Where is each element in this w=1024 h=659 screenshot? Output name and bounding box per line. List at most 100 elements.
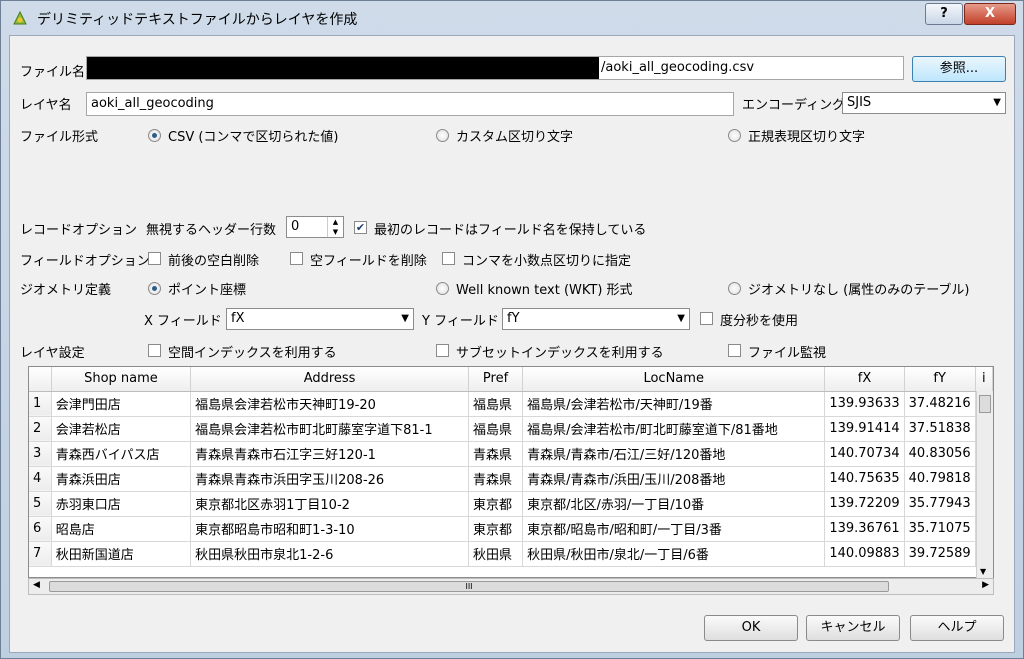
trim-checkbox[interactable] (148, 252, 161, 265)
dialog-window: デリミティッドテキストファイルからレイヤを作成 ? X ファイル名 /aoki_… (0, 0, 1024, 659)
column-header-fy[interactable]: fY (904, 367, 976, 392)
dms-checkbox[interactable] (700, 312, 713, 325)
table-cell[interactable]: 35.71075 (904, 516, 976, 542)
table-cell[interactable]: 秋田県秋田市泉北1-2-6 (190, 541, 470, 567)
table-cell[interactable]: 140.70734 (824, 441, 905, 467)
table-cell[interactable]: 37.48216 (904, 391, 976, 417)
table-cell[interactable]: 140.09883 (824, 541, 905, 567)
table-cell[interactable]: 東京都 (468, 516, 524, 542)
file-name-field[interactable]: /aoki_all_geocoding.csv (86, 56, 904, 80)
table-cell[interactable]: 青森西バイパス店 (51, 441, 192, 467)
scroll-left-icon[interactable]: ◀ (33, 580, 40, 590)
preview-table[interactable]: Shop name Address Pref LocName fX fY i 1… (28, 366, 994, 578)
table-cell[interactable]: 39.72589 (904, 541, 976, 567)
scroll-right-icon[interactable]: ▶ (982, 580, 989, 590)
table-cell[interactable]: 青森県 (468, 466, 524, 492)
table-cell[interactable]: 会津門田店 (51, 391, 192, 417)
table-cell[interactable]: 青森県青森市浜田字玉川208-26 (190, 466, 470, 492)
column-header-locname[interactable]: LocName (522, 367, 826, 392)
table-cell[interactable]: 139.72209 (824, 491, 905, 517)
table-cell[interactable]: 福島県/会津若松市/町北町藤室道下/81番地 (522, 416, 826, 442)
horizontal-scrollbar[interactable]: ◀ III ▶ (28, 578, 994, 595)
table-cell[interactable]: 秋田県 (468, 541, 524, 567)
watch-file-checkbox[interactable] (728, 344, 741, 357)
table-cell[interactable]: 東京都北区赤羽1丁目10-2 (190, 491, 470, 517)
geometry-none-radio[interactable] (728, 282, 741, 295)
table-cell[interactable]: 福島県 (468, 391, 524, 417)
table-row[interactable]: 3 青森西バイパス店 青森県青森市石江字三好120-1 青森県 青森県/青森市/… (29, 441, 993, 467)
skip-lines-label: 無視するヘッダー行数 (146, 223, 277, 238)
table-cell[interactable]: 青森浜田店 (51, 466, 192, 492)
table-cell[interactable]: 青森県/青森市/浜田/玉川/208番地 (522, 466, 826, 492)
table-row[interactable]: 6 昭島店 東京都昭島市昭和町1-3-10 東京都 東京都/昭島市/昭和町/一丁… (29, 516, 993, 542)
layer-name-input[interactable]: aoki_all_geocoding (86, 92, 734, 116)
table-cell[interactable]: 東京都/北区/赤羽/一丁目/10番 (522, 491, 826, 517)
table-cell[interactable]: 福島県会津若松市天神町19-20 (190, 391, 470, 417)
browse-button[interactable]: 参照... (912, 56, 1006, 82)
table-row[interactable]: 7 秋田新国道店 秋田県秋田市泉北1-2-6 秋田県 秋田県/秋田市/泉北/一丁… (29, 541, 993, 567)
table-cell[interactable]: 赤羽東口店 (51, 491, 192, 517)
help-button[interactable]: ヘルプ (910, 615, 1004, 641)
header-checkbox[interactable]: ✔ (354, 221, 367, 234)
table-row[interactable]: 4 青森浜田店 青森県青森市浜田字玉川208-26 青森県 青森県/青森市/浜田… (29, 466, 993, 492)
table-cell[interactable]: 139.93633 (824, 391, 905, 417)
table-cell[interactable]: 昭島店 (51, 516, 192, 542)
column-header-shop-name[interactable]: Shop name (51, 367, 192, 392)
qgis-logo-icon (13, 10, 27, 25)
format-regex-radio[interactable] (728, 129, 741, 142)
table-cell[interactable]: 福島県会津若松市町北町藤室字道下81-1 (190, 416, 470, 442)
decimal-comma-checkbox[interactable] (442, 252, 455, 265)
close-button[interactable]: X (964, 3, 1016, 25)
table-cell[interactable]: 139.36761 (824, 516, 905, 542)
spatial-index-checkbox[interactable] (148, 344, 161, 357)
table-row[interactable]: 5 赤羽東口店 東京都北区赤羽1丁目10-2 東京都 東京都/北区/赤羽/一丁目… (29, 491, 993, 517)
scroll-thumb-horizontal[interactable]: III (49, 581, 889, 592)
table-cell[interactable]: 秋田新国道店 (51, 541, 192, 567)
table-cell[interactable]: 青森県青森市石江字三好120-1 (190, 441, 470, 467)
table-cell[interactable]: 140.75635 (824, 466, 905, 492)
format-csv-radio[interactable] (148, 129, 161, 142)
geometry-wkt-radio[interactable] (436, 282, 449, 295)
column-header-fx[interactable]: fX (824, 367, 905, 392)
x-field-select[interactable]: fX ▼ (226, 308, 414, 330)
column-header-i[interactable]: i (975, 367, 993, 392)
table-cell[interactable]: 40.79818 (904, 466, 976, 492)
spinner-arrows-icon[interactable]: ▲ ▼ (327, 217, 343, 237)
table-cell[interactable]: 東京都 (468, 491, 524, 517)
geometry-point-radio[interactable] (148, 282, 161, 295)
discard-empty-checkbox[interactable] (290, 252, 303, 265)
column-header-pref[interactable]: Pref (468, 367, 524, 392)
table-cell[interactable]: 福島県 (468, 416, 524, 442)
help-title-button[interactable]: ? (925, 3, 963, 25)
table-cell[interactable]: 東京都/昭島市/昭和町/一丁目/3番 (522, 516, 826, 542)
scroll-down-icon[interactable]: ▼ (980, 567, 986, 576)
geometry-point-label: ポイント座標 (168, 283, 247, 298)
table-cell[interactable]: 青森県/青森市/石江/三好/120番地 (522, 441, 826, 467)
encoding-select[interactable]: SJIS ▼ (842, 92, 1006, 114)
table-cell[interactable]: 139.91414 (824, 416, 905, 442)
table-cell[interactable]: 会津若松店 (51, 416, 192, 442)
table-row[interactable]: 2 会津若松店 福島県会津若松市町北町藤室字道下81-1 福島県 福島県/会津若… (29, 416, 993, 442)
column-header-address[interactable]: Address (190, 367, 470, 392)
skip-lines-spinner[interactable]: 0 ▲ ▼ (286, 216, 344, 238)
table-cell[interactable]: 40.83056 (904, 441, 976, 467)
table-cell[interactable]: 37.51838 (904, 416, 976, 442)
table-cell[interactable]: 青森県 (468, 441, 524, 467)
format-custom-radio[interactable] (436, 129, 449, 142)
table-row[interactable]: 1 会津門田店 福島県会津若松市天神町19-20 福島県 福島県/会津若松市/天… (29, 391, 993, 417)
chevron-down-icon: ▼ (993, 97, 1001, 108)
vertical-scrollbar[interactable]: ▼ (976, 391, 993, 578)
table-cell[interactable]: 福島県/会津若松市/天神町/19番 (522, 391, 826, 417)
file-name-label: ファイル名 (20, 65, 86, 80)
scroll-thumb[interactable] (979, 395, 991, 413)
row-number-header (29, 367, 52, 392)
y-field-select[interactable]: fY ▼ (502, 308, 690, 330)
table-cell[interactable]: 秋田県/秋田市/泉北/一丁目/6番 (522, 541, 826, 567)
cancel-button[interactable]: キャンセル (806, 615, 900, 641)
subset-index-checkbox[interactable] (436, 344, 449, 357)
row-number: 6 (29, 516, 52, 542)
table-cell[interactable]: 35.77943 (904, 491, 976, 517)
row-number: 4 (29, 466, 52, 492)
table-cell[interactable]: 東京都昭島市昭和町1-3-10 (190, 516, 470, 542)
ok-button[interactable]: OK (704, 615, 798, 641)
